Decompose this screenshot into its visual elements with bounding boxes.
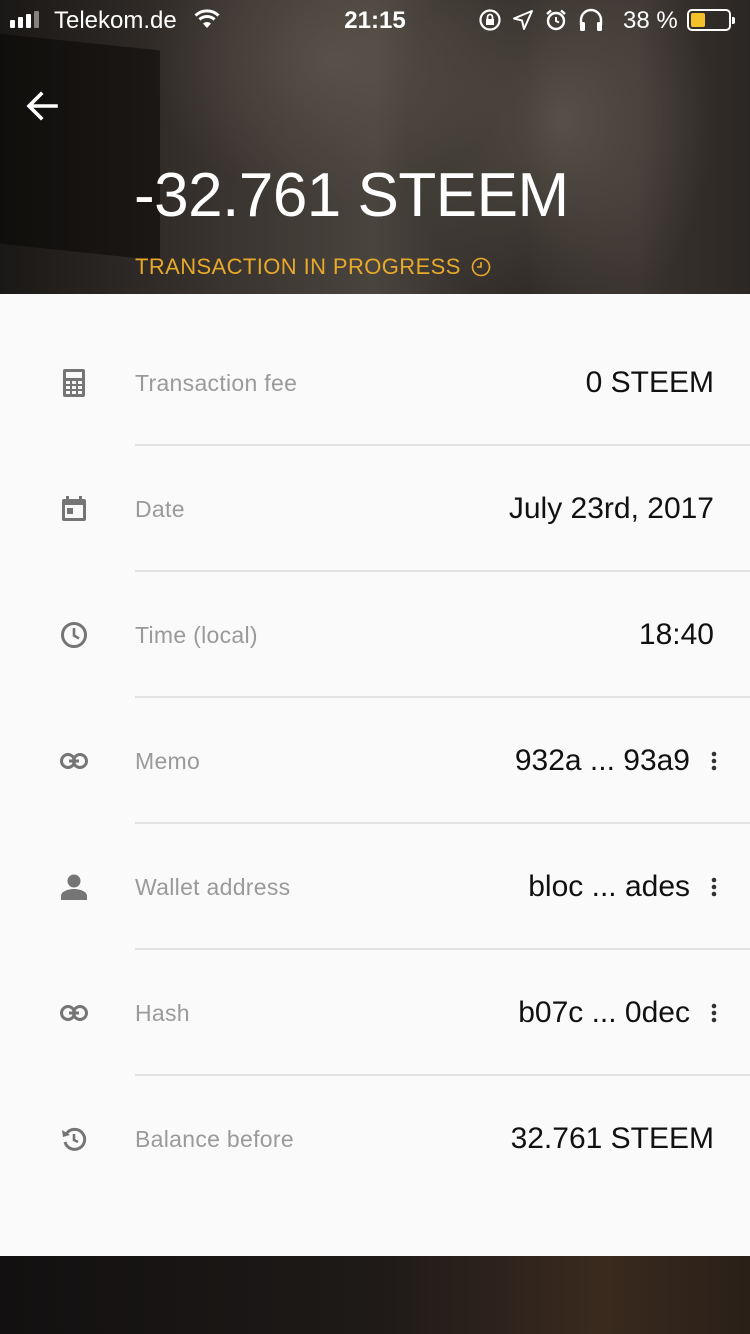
header: Telekom.de 21:15 38 % -32.761 STEEM TRAN… — [0, 0, 750, 294]
rotation-lock-icon — [479, 9, 501, 31]
battery-icon — [687, 9, 735, 31]
location-icon — [513, 10, 533, 30]
detail-value: 18:40 — [638, 618, 714, 651]
more-options-icon[interactable] — [700, 698, 728, 824]
detail-row-time: Time (local) 18:40 — [0, 572, 750, 698]
detail-value: 932a ... 93a9 — [514, 744, 690, 777]
detail-row-wallet-address: Wallet address bloc ... ades — [0, 824, 750, 950]
wifi-icon — [194, 9, 220, 28]
history-icon — [58, 1076, 90, 1202]
transaction-status-text: TRANSACTION IN PROGRESS — [135, 254, 461, 279]
detail-row-memo: Memo 932a ... 93a9 — [0, 698, 750, 824]
detail-label: Time (local) — [135, 622, 258, 648]
link-icon — [58, 698, 90, 824]
carrier-name: Telekom.de — [54, 7, 177, 34]
battery-level-fill — [691, 13, 705, 27]
signal-strength-icon — [10, 11, 39, 28]
transaction-details: Transaction fee 0 STEEM Date July 23rd, … — [0, 294, 750, 1256]
detail-row-date: Date July 23rd, 2017 — [0, 446, 750, 572]
calculator-icon — [58, 320, 90, 446]
detail-row-transaction-fee: Transaction fee 0 STEEM — [0, 320, 750, 446]
calendar-icon — [58, 446, 90, 572]
link-icon — [58, 950, 90, 1076]
detail-label: Memo — [135, 748, 201, 774]
status-icons — [478, 8, 604, 32]
detail-value: July 23rd, 2017 — [508, 492, 714, 525]
person-icon — [58, 824, 90, 950]
back-arrow-icon[interactable] — [22, 86, 62, 126]
detail-row-hash: Hash b07c ... 0dec — [0, 950, 750, 1076]
transaction-amount: -32.761 STEEM — [134, 161, 569, 230]
detail-label: Transaction fee — [135, 370, 298, 396]
detail-value: bloc ... ades — [528, 870, 690, 903]
status-bar: Telekom.de 21:15 38 % — [0, 0, 750, 40]
more-options-icon[interactable] — [700, 824, 728, 950]
detail-value: b07c ... 0dec — [518, 996, 690, 1029]
clock-pending-icon — [471, 257, 491, 277]
headphones-icon — [579, 8, 603, 31]
battery-percent: 38 % — [623, 7, 678, 34]
clock-icon — [58, 572, 90, 698]
footer-background — [0, 1256, 750, 1334]
battery-nub — [732, 17, 735, 24]
transaction-status: TRANSACTION IN PROGRESS — [135, 254, 491, 280]
detail-label: Wallet address — [135, 874, 291, 900]
more-options-icon[interactable] — [700, 950, 728, 1076]
detail-value: 0 STEEM — [585, 366, 714, 399]
detail-value: 32.761 STEEM — [510, 1122, 714, 1155]
detail-label: Date — [135, 496, 185, 522]
alarm-icon — [546, 9, 566, 31]
detail-row-balance-before: Balance before 32.761 STEEM — [0, 1076, 750, 1202]
detail-label: Hash — [135, 1000, 190, 1026]
detail-label: Balance before — [135, 1126, 294, 1152]
